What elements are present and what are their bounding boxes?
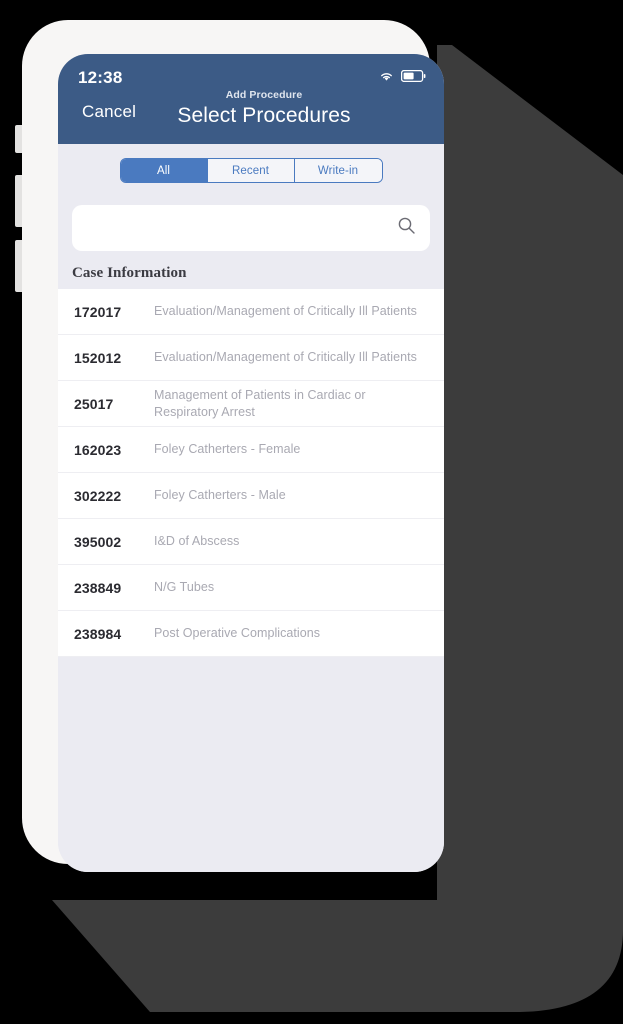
table-row[interactable]: 302222 Foley Catherters - Male [58,473,444,519]
row-code: 302222 [74,487,122,504]
segmented-control[interactable]: All Recent Write-in [119,158,383,183]
table-row[interactable]: 395002 I&D of Abscess [58,519,444,565]
table-row[interactable]: 172017 Evaluation/Management of Critical… [58,289,444,335]
row-description: Foley Catherters - Male [154,488,286,503]
battery-icon [400,69,426,87]
phone-device-frame: 12:38 Cancel Add Procedure Select Proced… [22,20,444,872]
search-icon[interactable] [397,216,416,240]
row-description: Evaluation/Management of Critically Ill … [154,350,417,365]
section-header: Case Information [58,251,444,289]
row-code: 238984 [74,625,122,642]
navigation-bar: 12:38 Cancel Add Procedure Select Proced… [58,54,444,144]
page-subtitle: Add Procedure [225,89,303,101]
navigation-content: Cancel Add Procedure Select Procedures [58,88,444,140]
table-row[interactable]: 152012 Evaluation/Management of Critical… [58,335,444,381]
tab-all[interactable]: All [120,159,208,182]
table-row[interactable]: 25017 Management of Patients in Cardiac … [58,381,444,427]
row-code: 172017 [74,303,122,320]
status-bar: 12:38 [58,54,444,88]
tab-recent[interactable]: Recent [207,159,295,182]
row-description: Management of Patients in Cardiac or Res… [154,388,366,419]
row-code: 162023 [74,441,122,458]
empty-list-area [58,657,444,872]
procedure-list: 172017 Evaluation/Management of Critical… [58,289,444,657]
row-description: I&D of Abscess [154,534,240,549]
segmented-control-container: All Recent Write-in [58,144,444,183]
row-description: Post Operative Complications [154,626,321,641]
search-container [58,183,444,251]
row-code: 238849 [74,579,122,596]
search-box[interactable] [72,205,430,251]
table-row[interactable]: 238849 N/G Tubes [58,565,444,611]
row-code: 25017 [74,395,114,412]
status-bar-icons [379,69,426,87]
page-title: Select Procedures [177,104,351,127]
status-bar-time: 12:38 [78,68,123,87]
row-description: N/G Tubes [154,580,215,595]
search-input[interactable] [86,220,397,236]
row-code: 395002 [74,533,122,550]
row-code: 152012 [74,349,122,366]
wifi-icon [379,69,394,87]
row-description: Evaluation/Management of Critically Ill … [154,304,417,319]
row-description: Foley Catherters - Female [154,442,301,457]
table-row[interactable]: 162023 Foley Catherters - Female [58,427,444,473]
phone-screen: 12:38 Cancel Add Procedure Select Proced… [58,54,444,872]
table-row[interactable]: 238984 Post Operative Complications [58,611,444,657]
navigation-titles: Add Procedure Select Procedures [58,88,444,129]
tab-write-in[interactable]: Write-in [294,159,382,182]
